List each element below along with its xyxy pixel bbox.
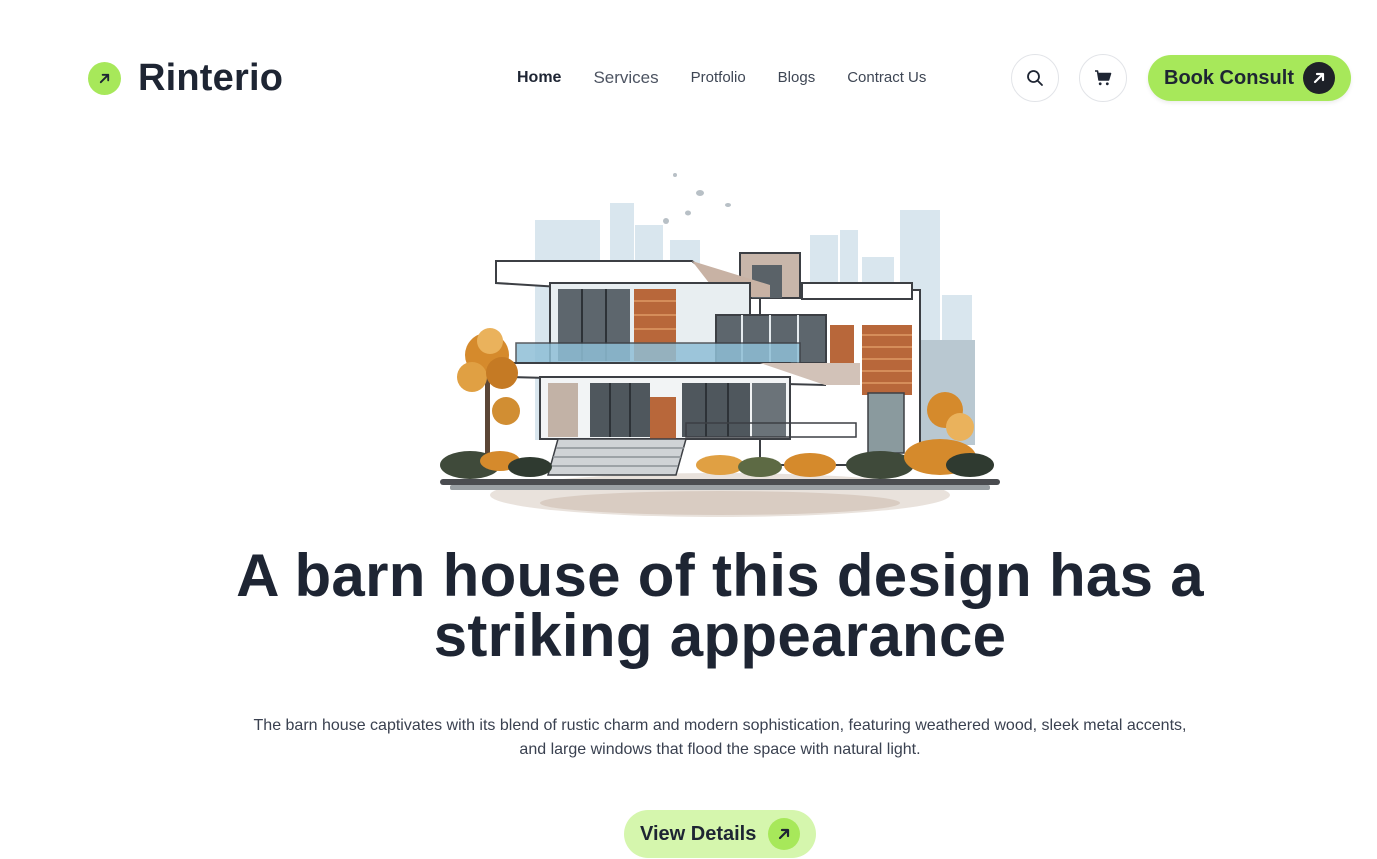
arrow-up-right-icon xyxy=(1303,62,1335,94)
cart-button[interactable] xyxy=(1079,54,1127,102)
view-details-label: View Details xyxy=(640,822,757,845)
book-consult-button[interactable]: Book Consult xyxy=(1148,55,1351,101)
nav-item-services[interactable]: Services xyxy=(593,66,658,90)
main-nav: Home Services Protfolio Blogs Contract U… xyxy=(517,66,926,90)
search-icon xyxy=(1027,70,1043,86)
search-button[interactable] xyxy=(1011,54,1059,102)
cart-icon xyxy=(1095,70,1112,86)
nav-item-portfolio[interactable]: Protfolio xyxy=(691,66,746,90)
house-illustration xyxy=(440,173,1000,517)
nav-item-blogs[interactable]: Blogs xyxy=(778,66,816,90)
hero-description: The barn house captivates with its blend… xyxy=(253,717,1187,758)
page: Rinterio Home Services Protfolio Blogs C… xyxy=(0,0,1377,859)
arrow-up-right-icon xyxy=(88,61,121,95)
site-header: Rinterio Home Services Protfolio Blogs C… xyxy=(0,0,1377,156)
nav-item-contact[interactable]: Contract Us xyxy=(847,66,926,90)
brand-name: Rinterio xyxy=(138,57,284,99)
arrow-up-right-icon xyxy=(768,818,800,850)
view-details-button[interactable]: View Details xyxy=(624,810,816,858)
brand-logo[interactable]: Rinterio xyxy=(88,58,283,98)
book-consult-label: Book Consult xyxy=(1164,66,1294,89)
hero-headline: A barn house of this design has a striki… xyxy=(236,542,1204,669)
nav-item-home[interactable]: Home xyxy=(517,66,561,90)
